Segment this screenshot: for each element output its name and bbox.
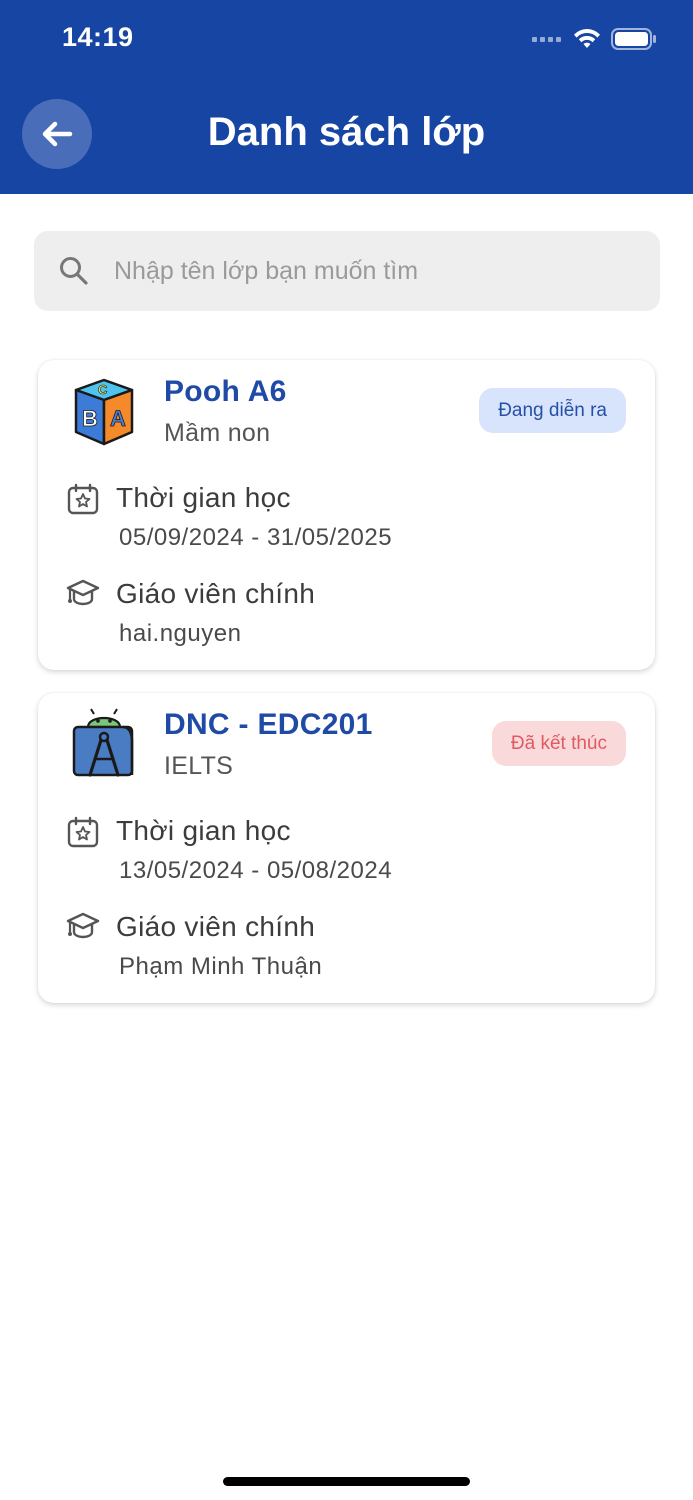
svg-text:B: B [82, 406, 98, 431]
teacher-label: Giáo viên chính [116, 911, 316, 942]
svg-text:A: A [110, 406, 126, 431]
status-icons [532, 24, 657, 54]
teacher-label: Giáo viên chính [116, 578, 316, 609]
abc-blocks-icon: C B A [74, 378, 134, 446]
app-header: 14:19 Danh sách lớp [0, 0, 693, 194]
time-label: Thời gian học [116, 482, 291, 513]
class-type: Mầm non [164, 419, 271, 447]
class-name: Pooh A6 [164, 375, 287, 408]
class-type: IELTS [164, 752, 234, 780]
calendar-star-icon [67, 816, 99, 848]
wifi-icon [574, 29, 600, 48]
calendar-star-icon [67, 483, 99, 515]
teacher-value: hai.nguyen [119, 620, 242, 647]
time-value: 05/09/2024 - 31/05/2025 [119, 524, 393, 551]
battery-icon [611, 28, 656, 50]
time-label: Thời gian học [116, 815, 291, 846]
status-badge: Đang diễn ra [479, 388, 626, 433]
graduation-cap-icon [66, 912, 100, 939]
cellular-signal-icon [532, 36, 561, 42]
class-name: DNC - EDC201 [164, 708, 373, 741]
search-icon [60, 257, 88, 285]
page-title: Danh sách lớp [207, 110, 486, 154]
class-card[interactable]: DNC - EDC201 IELTS Đã kết thúc Thời gian… [38, 693, 655, 1003]
class-card[interactable]: C B A Pooh A6 Mầm non Đang diễn ra Thời … [38, 360, 655, 670]
graduation-cap-icon [66, 579, 100, 606]
status-time: 14:19 [62, 22, 134, 52]
teacher-value: Phạm Minh Thuận [119, 953, 323, 980]
svg-text:C: C [98, 382, 108, 397]
home-indicator[interactable] [223, 1477, 470, 1486]
status-badge: Đã kết thúc [491, 721, 626, 766]
time-value: 13/05/2024 - 05/08/2024 [119, 857, 393, 884]
search-input[interactable]: Nhập tên lớp bạn muốn tìm [114, 257, 418, 286]
search-bar[interactable]: Nhập tên lớp bạn muốn tìm [34, 231, 660, 311]
android-compass-icon [72, 708, 134, 777]
